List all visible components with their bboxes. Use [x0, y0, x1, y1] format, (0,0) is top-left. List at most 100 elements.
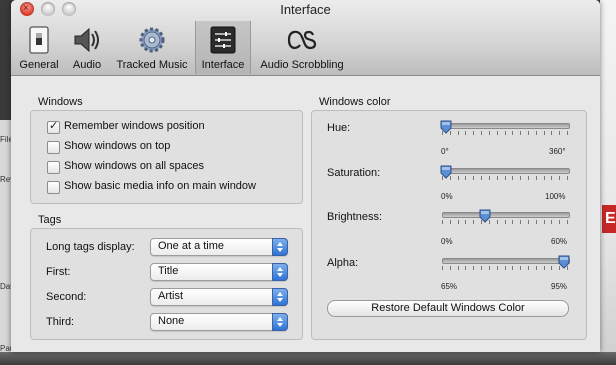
tick-mark	[551, 220, 553, 224]
switch-icon	[29, 26, 49, 54]
preferences-window: × Interface General Audio Tracked Music …	[11, 0, 600, 352]
tick-mark	[488, 266, 490, 270]
tick-mark	[465, 176, 467, 180]
slider-ticks	[442, 176, 568, 180]
tick-mark	[457, 176, 459, 180]
saturation-slider-knob[interactable]	[440, 165, 452, 179]
tick-mark	[543, 176, 545, 180]
tick-mark	[449, 266, 451, 270]
brightness-min: 0%	[441, 237, 453, 246]
tick-mark	[512, 176, 514, 180]
checkbox-label: Remember windows position	[64, 120, 205, 132]
select-value: Title	[158, 265, 179, 277]
tick-mark	[504, 266, 506, 270]
tick-mark	[457, 220, 459, 224]
first-tag-label: First:	[46, 266, 71, 278]
speaker-icon	[74, 27, 99, 53]
tick-mark	[543, 266, 545, 270]
alpha-slider-track[interactable]	[442, 258, 570, 264]
hue-max: 360°	[549, 147, 566, 156]
hue-min: 0°	[441, 147, 449, 156]
tick-mark	[559, 131, 561, 135]
window-title: Interface	[280, 2, 331, 17]
tick-mark	[465, 131, 467, 135]
tick-mark	[449, 220, 451, 224]
alpha-label: Alpha:	[327, 257, 359, 269]
gear-icon	[139, 27, 165, 53]
tick-mark	[496, 266, 498, 270]
windows-color-group-title: Windows color	[319, 96, 391, 108]
checkbox[interactable]	[47, 119, 60, 134]
chevron-updown-icon	[272, 263, 288, 281]
checkbox[interactable]	[47, 161, 60, 174]
tick-mark	[527, 220, 529, 224]
hue-label: Hue:	[327, 122, 351, 134]
saturation-max: 100%	[545, 192, 566, 201]
tick-mark	[551, 131, 553, 135]
long-tags-display-select[interactable]: One at a time	[150, 238, 288, 256]
checkbox-label: Show basic media info on main window	[64, 180, 256, 192]
toolbar-general[interactable]: General	[14, 21, 64, 74]
toolbar-label: Interface	[201, 59, 245, 71]
restore-default-color-button[interactable]: Restore Default Windows Color	[327, 300, 569, 317]
saturation-slider-track[interactable]	[442, 168, 570, 174]
tick-mark	[520, 131, 522, 135]
toolbar-label: Tracked Music	[116, 59, 188, 71]
tick-mark	[504, 176, 506, 180]
background-strip	[0, 352, 616, 365]
tick-mark	[559, 220, 561, 224]
alpha-min: 65%	[441, 282, 458, 291]
checkbox[interactable]	[47, 181, 60, 194]
brightness-slider-track[interactable]	[442, 212, 570, 218]
tick-mark	[457, 266, 459, 270]
tick-mark	[442, 266, 443, 270]
windows-group-title: Windows	[38, 96, 83, 108]
tick-mark	[543, 131, 545, 135]
select-value: One at a time	[158, 240, 225, 252]
tick-mark	[504, 220, 506, 224]
alpha-slider-knob[interactable]	[558, 255, 570, 269]
checkbox-label: Show windows on top	[64, 140, 171, 152]
toolbar-audio-scrobbling[interactable]: Audio Scrobbling	[254, 21, 350, 74]
tick-mark	[473, 131, 475, 135]
tick-mark	[496, 131, 498, 135]
slider-knob-icon	[440, 120, 452, 134]
slider-ticks	[442, 131, 568, 135]
tick-mark	[512, 131, 514, 135]
toolbar-interface[interactable]: Interface	[195, 21, 251, 74]
chevron-updown-icon	[272, 313, 288, 331]
tick-mark	[465, 266, 467, 270]
lastfm-icon	[287, 30, 317, 50]
tick-mark	[457, 131, 459, 135]
tick-mark	[488, 176, 490, 180]
tick-mark	[535, 266, 537, 270]
checkbox[interactable]	[47, 141, 60, 154]
tags-group-title: Tags	[38, 214, 62, 226]
tick-mark	[473, 266, 475, 270]
chevron-updown-icon	[272, 238, 288, 256]
slider-ticks	[442, 220, 568, 224]
tick-mark	[473, 220, 475, 224]
tick-mark	[512, 266, 514, 270]
brightness-slider-knob[interactable]	[479, 209, 491, 223]
tick-mark	[567, 131, 568, 135]
tick-mark	[481, 176, 483, 180]
tick-mark	[481, 131, 483, 135]
hue-slider-knob[interactable]	[440, 120, 452, 134]
tick-mark	[559, 176, 561, 180]
tick-mark	[465, 220, 467, 224]
tick-mark	[535, 220, 537, 224]
tick-mark	[527, 131, 529, 135]
toolbar-audio[interactable]: Audio	[66, 21, 108, 74]
third-tag-select[interactable]: None	[150, 313, 288, 331]
tick-mark	[504, 131, 506, 135]
second-tag-select[interactable]: Artist	[150, 288, 288, 306]
toolbar-tracked-music[interactable]: Tracked Music	[110, 21, 194, 74]
select-value: None	[158, 315, 185, 327]
slider-knob-icon	[479, 209, 491, 223]
tick-mark	[527, 176, 529, 180]
first-tag-select[interactable]: Title	[150, 263, 288, 281]
tick-mark	[567, 220, 568, 224]
tick-mark	[488, 131, 490, 135]
hue-slider-track[interactable]	[442, 123, 570, 129]
